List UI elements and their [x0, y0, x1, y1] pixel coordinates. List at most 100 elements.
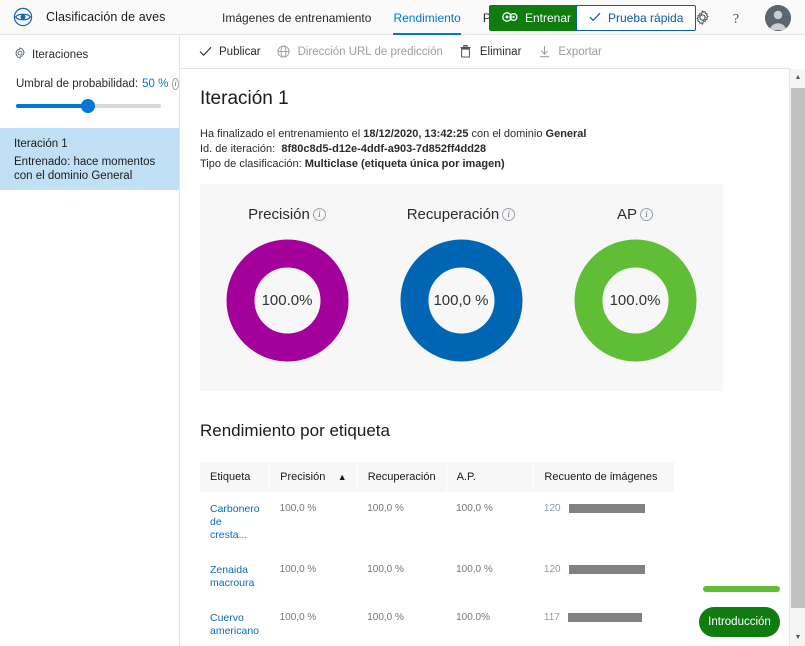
column-header-recall-label: Recuperación: [367, 471, 436, 483]
image-count-bar: [567, 613, 642, 622]
publish-label: Publicar: [219, 45, 261, 58]
intro-button[interactable]: Introducción: [699, 607, 780, 637]
metric-precision: Precisión i 100.0%: [200, 184, 374, 391]
row-ap-cell: 100.0%: [456, 612, 490, 623]
column-header-image-count[interactable]: Recuento de imágenes: [533, 462, 675, 492]
per-tag-performance-title: Rendimiento por etiqueta: [200, 421, 390, 440]
tab-training-images[interactable]: Imágenes de entrenamiento: [222, 0, 371, 35]
table-body: Carbonero de cresta... 100,0 % 100,0 % 1…: [200, 492, 675, 646]
slider-fill: [16, 104, 88, 108]
scrollbar-thumb[interactable]: [791, 88, 805, 608]
meta-line-classification-type: Tipo de clasificación: Multiclase (etiqu…: [200, 157, 790, 172]
project-title: Clasificación de aves: [46, 10, 166, 24]
metric-ap: AP i 100.0%: [548, 184, 722, 391]
row-tag-cell: Cuervo americano: [200, 601, 270, 646]
meta-finished-date: 18/12/2020, 13:42:25: [363, 128, 469, 140]
row-tag-cell: Carbonero de cresta...: [200, 492, 270, 553]
page-title: Iteración 1: [200, 88, 289, 109]
command-bar: Publicar Dirección URL de predicción Eli…: [180, 35, 790, 69]
tab-performance[interactable]: Rendimiento: [393, 0, 462, 35]
delete-button[interactable]: Eliminar: [457, 35, 536, 69]
tag-link[interactable]: Cuervo americano: [210, 612, 260, 638]
intro-highlight-pill: [703, 586, 780, 592]
publish-button[interactable]: Publicar: [196, 35, 275, 69]
check-icon: [198, 45, 212, 59]
metric-precision-title-row: Precisión i: [200, 206, 374, 223]
gear-icon[interactable]: [693, 9, 711, 27]
image-count-number: 120: [543, 503, 561, 514]
tag-link[interactable]: Zenaida macroura: [210, 564, 260, 590]
quick-test-button[interactable]: Prueba rápida: [576, 5, 697, 31]
app-logo[interactable]: [0, 7, 46, 27]
recall-donut-chart: 100,0 %: [400, 239, 523, 362]
train-button-label: Entrenar: [525, 11, 572, 25]
column-header-ap[interactable]: A.P.: [446, 462, 535, 492]
info-icon[interactable]: i: [502, 208, 516, 221]
caret-up-icon: ▲: [337, 472, 347, 482]
row-recall-cell: 100,0 %: [367, 612, 404, 623]
probability-threshold-slider[interactable]: [16, 99, 161, 113]
row-image-count-cell: 117: [534, 601, 675, 646]
table-row: Zenaida macroura 100,0 % 100,0 % 100,0 %…: [200, 553, 675, 601]
info-icon[interactable]: i: [312, 208, 326, 221]
iteration-status: Entrenado: hace momentos con el dominio …: [14, 156, 156, 182]
ap-donut-chart: 100.0%: [574, 239, 697, 362]
threshold-value: 50 %: [142, 78, 169, 90]
delete-label: Eliminar: [479, 45, 522, 58]
user-avatar-icon[interactable]: [765, 4, 791, 31]
row-image-count-cell: 120: [534, 553, 675, 601]
column-header-recall[interactable]: Recuperación: [357, 462, 447, 492]
iteration-name: Iteración 1: [14, 138, 68, 150]
row-ap-cell: 100,0 %: [456, 564, 493, 575]
meta-finished-domain: General: [545, 128, 587, 140]
column-header-precision-label: Precisión: [280, 471, 326, 483]
header-icon-group: ?: [693, 0, 797, 35]
scrollbar-up-arrow[interactable]: ▲: [790, 69, 805, 86]
tag-link[interactable]: Carbonero de cresta...: [210, 503, 260, 542]
main-content-area: Publicar Dirección URL de predicción Eli…: [180, 35, 805, 646]
row-recall-cell: 100,0 %: [367, 564, 404, 575]
prediction-url-button[interactable]: Dirección URL de predicción: [275, 35, 457, 69]
meta-type-value: Multiclase (etiqueta única por imagen): [304, 158, 505, 170]
meta-line-iteration-id: Id. de iteración: 8f80c8d5-d12e-4ddf-a90…: [200, 142, 790, 157]
metric-ap-label: AP: [616, 206, 637, 223]
vertical-scrollbar[interactable]: ▲ ▼: [789, 69, 805, 646]
check-icon: [589, 11, 601, 25]
image-count-number: 117: [543, 612, 560, 623]
row-ap-cell: 100,0 %: [456, 503, 493, 514]
column-header-tag-label: Etiqueta: [210, 471, 251, 483]
globe-icon: [277, 45, 291, 59]
train-button[interactable]: Entrenar: [489, 5, 585, 31]
sidebar-item-iteration-1[interactable]: Iteración 1 Entrenado: hace momentos con…: [0, 128, 179, 190]
per-tag-performance-table: Etiqueta Precisión ▲ Recuperación A.P. R…: [200, 462, 675, 646]
scrollable-content: Iteración 1 Ha finalizado el entrenamien…: [180, 69, 790, 646]
precision-value: 100.0%: [261, 292, 313, 309]
metrics-panel: Precisión i 100.0% Recuperación i 100,0 …: [200, 184, 723, 391]
scrollbar-down-arrow[interactable]: ▼: [790, 629, 805, 646]
slider-thumb[interactable]: [81, 99, 95, 113]
image-count-bar: [568, 504, 645, 513]
threshold-label: Umbral de probabilidad:: [16, 78, 139, 90]
metric-ap-title-row: AP i: [548, 206, 722, 223]
metric-recall-label: Recuperación: [406, 206, 500, 223]
row-recall-cell: 100,0 %: [367, 503, 404, 514]
trash-icon: [459, 45, 473, 59]
info-icon[interactable]: i: [640, 208, 653, 221]
column-header-precision[interactable]: Precisión ▲: [269, 462, 358, 492]
custom-vision-app: Clasificación de aves Imágenes de entren…: [0, 0, 805, 646]
row-precision-cell: 100,0 %: [279, 612, 317, 623]
export-button[interactable]: Exportar: [535, 35, 615, 69]
row-image-count-cell: 120: [534, 492, 675, 553]
info-icon[interactable]: i: [172, 78, 179, 90]
column-header-tag[interactable]: Etiqueta: [200, 462, 271, 492]
help-question-icon[interactable]: ?: [727, 9, 745, 27]
sidebar-section-title: Iteraciones: [32, 48, 89, 61]
export-label: Exportar: [558, 45, 602, 58]
metric-recall: Recuperación i 100,0 %: [374, 184, 548, 391]
column-header-image-count-label: Recuento de imágenes: [544, 471, 658, 483]
sidebar-section-header: Iteraciones: [0, 35, 179, 62]
row-precision-cell: 100,0 %: [279, 503, 317, 514]
image-count-bar: [568, 565, 645, 574]
quick-test-label: Prueba rápida: [608, 11, 684, 25]
row-precision-cell: 100,0 %: [279, 564, 317, 575]
